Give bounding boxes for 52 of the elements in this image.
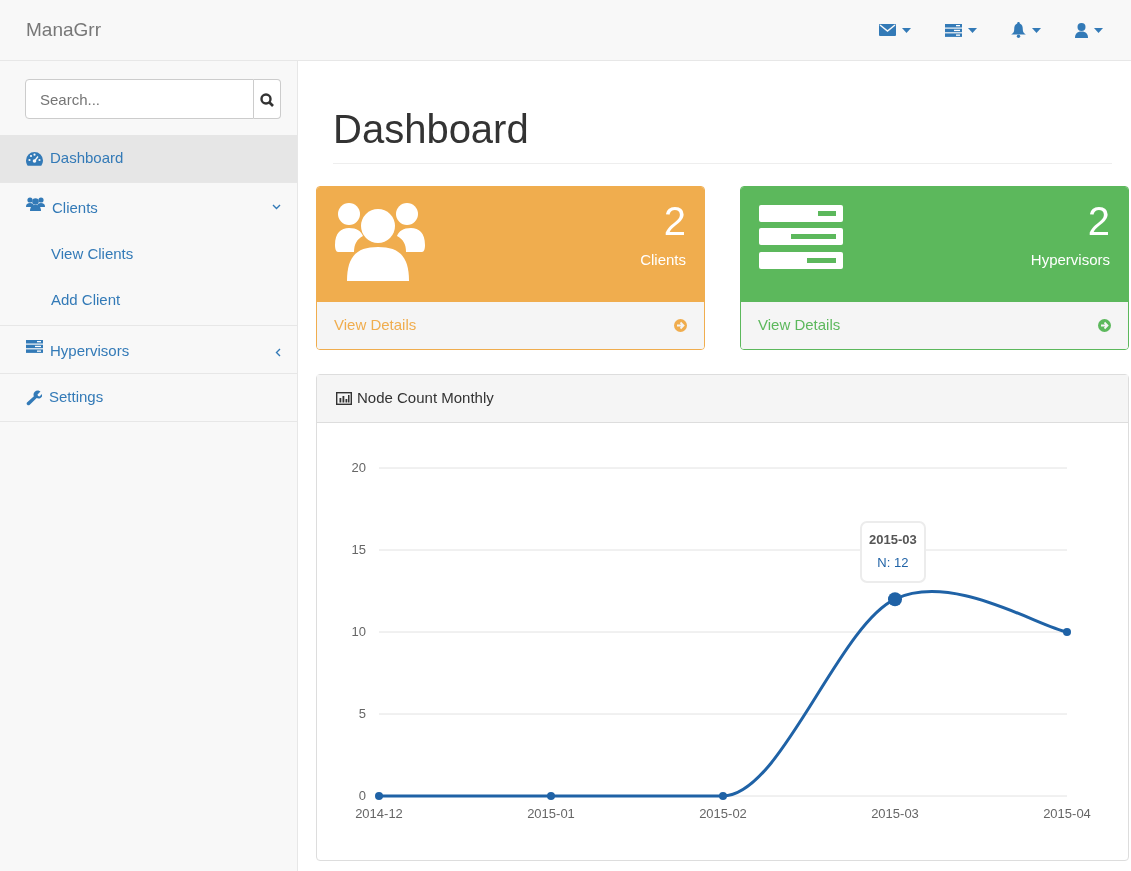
arrow-circle-icon	[1098, 319, 1111, 332]
bell-icon	[1011, 22, 1026, 38]
server-icon	[759, 205, 843, 269]
sidebar-item[interactable]: Clients	[0, 183, 297, 231]
page-title: Dashboard	[333, 105, 1112, 164]
sidebar-item[interactable]: Settings	[0, 374, 297, 422]
dashboard-icon	[26, 151, 43, 166]
panel-title: Node Count Monthly	[357, 388, 494, 409]
data-point	[1063, 628, 1071, 636]
chevron-down-icon	[272, 204, 281, 211]
axis-tick-label: 10	[351, 624, 366, 639]
wrench-icon	[26, 389, 42, 406]
bar-chart-icon	[336, 392, 352, 405]
axis-tick-label: 15	[351, 542, 366, 557]
search-icon	[260, 92, 274, 107]
view-details-link[interactable]: View Details	[741, 301, 1128, 349]
caret-icon	[1094, 27, 1103, 33]
data-point	[888, 592, 902, 607]
caret-icon	[968, 27, 977, 33]
tooltip-title: 2015-03	[869, 531, 917, 550]
data-point	[547, 792, 555, 800]
axis-tick-label: 0	[358, 788, 366, 803]
data-point	[719, 792, 727, 800]
axis-tick-label: 20	[351, 460, 366, 475]
tooltip-value: N: 12	[876, 553, 910, 572]
caret-icon	[1032, 27, 1041, 33]
sidebar-item[interactable]: Dashboard	[0, 135, 297, 183]
axis-tick-label: 5	[358, 706, 366, 721]
sidebar-item[interactable]: Hypervisors	[0, 326, 297, 374]
brand-title[interactable]: ManaGrr	[26, 15, 101, 45]
sidebar-subitem[interactable]: Add Client	[0, 277, 297, 323]
mail-icon	[879, 24, 896, 36]
stat-count: 2	[1086, 198, 1110, 245]
data-point	[375, 792, 383, 800]
search-button[interactable]	[254, 79, 281, 119]
axis-tick-label: 2014-12	[355, 806, 403, 821]
chevron-left-icon	[275, 347, 281, 357]
arrow-circle-icon	[674, 319, 687, 332]
axis-tick-label: 2015-03	[871, 806, 919, 821]
user-icon	[1075, 22, 1088, 38]
server-icon	[26, 340, 43, 353]
users-icon	[26, 197, 45, 211]
stat-label: Clients	[640, 250, 686, 270]
search-field[interactable]: Search...	[25, 79, 254, 119]
server-icon	[945, 23, 962, 37]
axis-tick-label: 2015-04	[1043, 806, 1091, 821]
stat-count: 2	[662, 198, 686, 245]
caret-icon	[902, 27, 911, 33]
axis-tick-label: 2015-02	[699, 806, 747, 821]
axis-tick-label: 2015-01	[527, 806, 575, 821]
sidebar-subitem[interactable]: View Clients	[0, 231, 297, 277]
stat-label: Hypervisors	[1030, 250, 1110, 270]
